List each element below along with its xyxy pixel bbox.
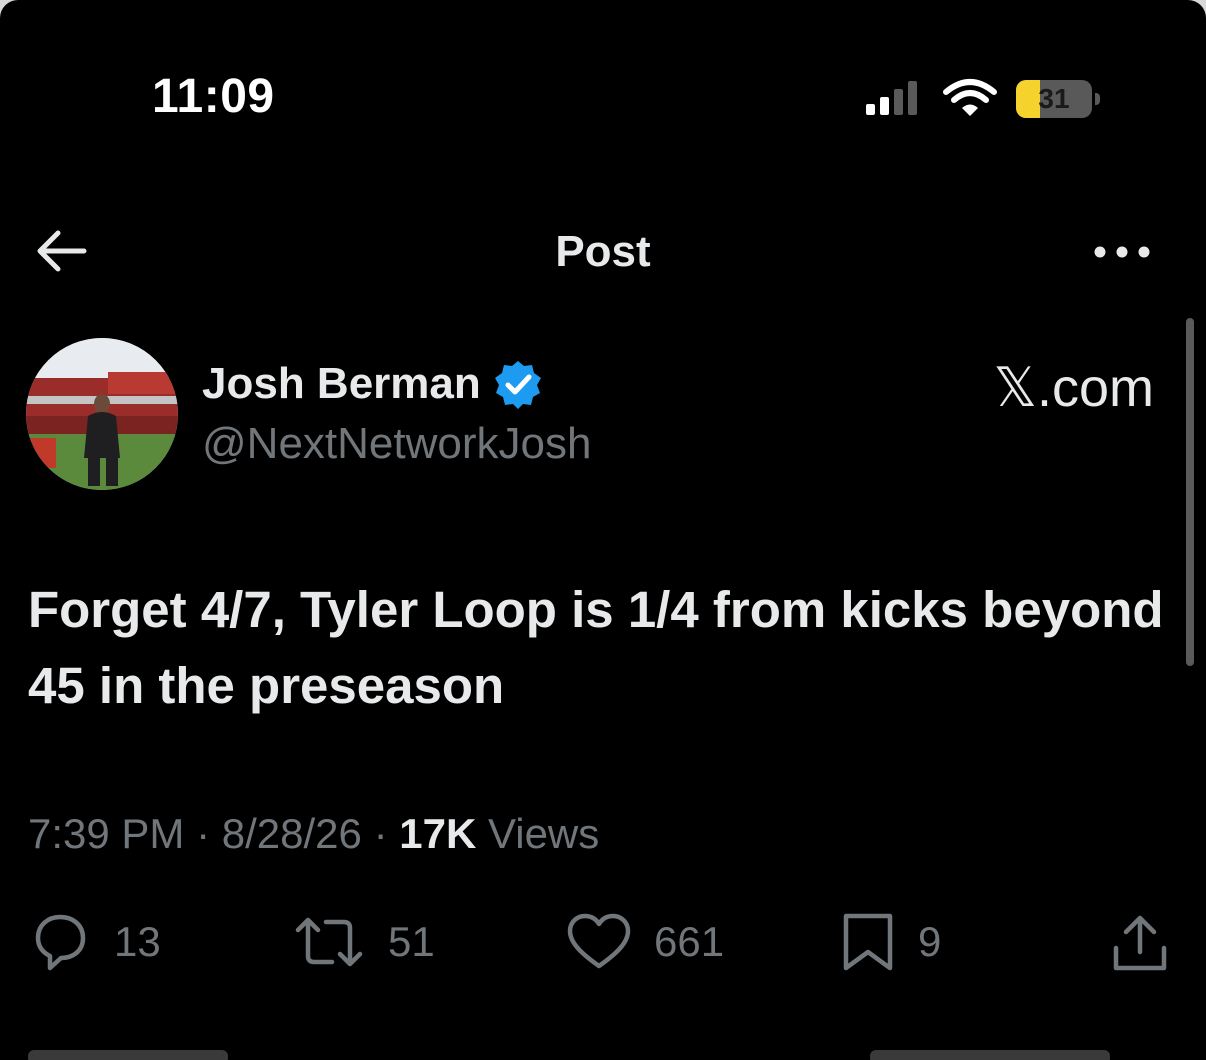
like-count: 661	[654, 918, 725, 965]
next-section-cutoff	[0, 1040, 1206, 1060]
post-text: Forget 4/7, Tyler Loop is 1/4 from kicks…	[28, 581, 1164, 714]
author-name-row[interactable]: Josh Berman	[202, 354, 543, 414]
status-time: 11:09	[152, 70, 275, 123]
meta-separator: ·	[196, 810, 211, 857]
meta-separator: ·	[373, 810, 388, 857]
repost-button[interactable]: 51	[292, 910, 435, 974]
bookmark-button[interactable]: 9	[840, 910, 941, 974]
more-options-icon[interactable]	[1092, 240, 1152, 264]
author-name[interactable]: Josh Berman	[202, 356, 481, 412]
repost-icon	[295, 917, 363, 967]
author-handle[interactable]: @NextNetworkJosh	[202, 416, 591, 472]
battery-level: 31	[1038, 83, 1070, 114]
wifi-icon	[943, 79, 997, 116]
post-meta: 7:39 PM · 8/28/26 · 17K Views	[28, 806, 599, 862]
source-link[interactable]: 𝕏.com	[993, 356, 1154, 420]
post-time[interactable]: 7:39 PM	[28, 810, 184, 857]
views-count: 17K	[399, 810, 477, 857]
share-icon[interactable]	[1110, 912, 1170, 974]
battery-nub	[1095, 93, 1100, 105]
cellular-signal-icon	[866, 81, 917, 115]
avatar[interactable]	[26, 338, 178, 490]
reply-icon	[35, 914, 86, 971]
views-label: Views	[487, 810, 600, 857]
reply-button[interactable]: 13	[28, 910, 161, 974]
page-title: Post	[555, 227, 651, 276]
reply-count: 13	[114, 918, 161, 965]
like-icon	[567, 913, 631, 969]
next-section-right	[870, 1050, 1110, 1060]
bookmark-count: 9	[918, 918, 942, 965]
battery-body: 31	[1016, 80, 1092, 118]
like-button[interactable]: 661	[566, 910, 724, 974]
post-date[interactable]: 8/28/26	[222, 810, 362, 857]
battery-indicator: 31	[1016, 80, 1100, 118]
next-section-left	[28, 1050, 228, 1060]
post-screen: 11:09 31 Post Josh Berman @NextNetworkJo…	[0, 0, 1206, 1060]
bookmark-icon	[843, 913, 893, 971]
verified-badge-icon	[494, 361, 541, 409]
scrollbar[interactable]	[1186, 318, 1194, 666]
repost-count: 51	[388, 918, 435, 965]
